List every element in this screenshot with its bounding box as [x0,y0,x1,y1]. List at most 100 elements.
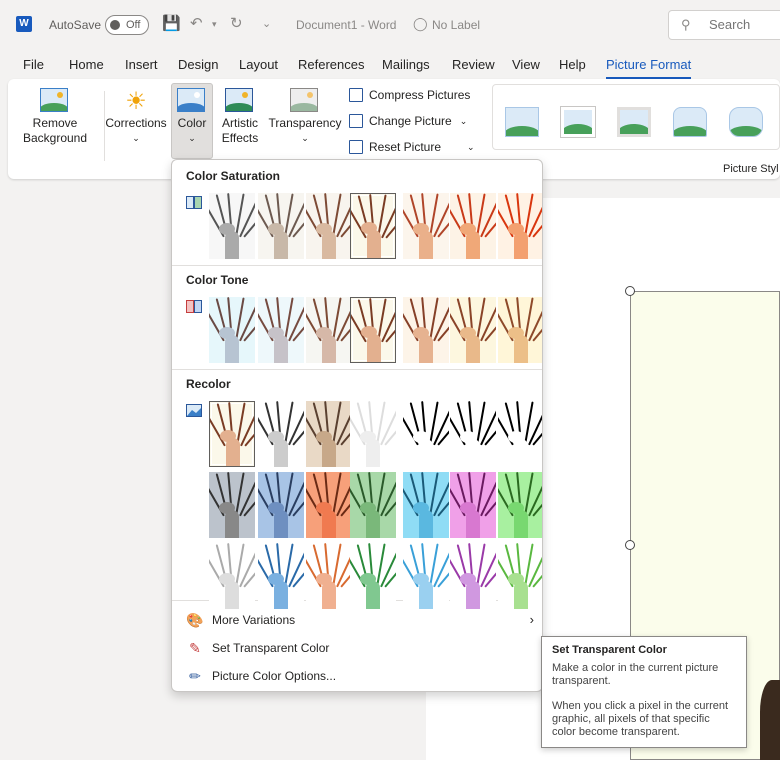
color-variation-thumb[interactable] [350,193,396,259]
artistic-effects-button[interactable]: Artistic Effects [216,88,264,146]
corrections-label: Corrections [105,116,167,130]
picture-style-thumb[interactable] [559,105,597,139]
chevron-down-icon: ⌄ [188,133,196,143]
resize-handle[interactable] [625,286,635,296]
chevron-down-icon: ⌄ [132,133,140,143]
color-dropdown-menu: Color Saturation Color Tone Recolor 🎨 Mo… [171,159,543,692]
color-tone-icon [186,300,202,314]
search-icon: ⚲ [681,17,691,32]
chevron-down-icon: ⌄ [467,141,475,152]
save-icon[interactable]: 💾 [162,14,181,32]
redo-icon[interactable]: ↻ [230,14,243,32]
color-variation-thumb[interactable] [209,472,255,538]
color-variation-thumb[interactable] [306,297,352,363]
remove-background-label-1: Remove [32,116,78,130]
color-variation-thumb[interactable] [403,193,449,259]
transparency-icon [290,88,320,116]
picture-style-thumb[interactable] [615,105,653,139]
tab-home[interactable]: Home [69,57,104,72]
toggle-knob [110,20,120,30]
color-variation-thumb[interactable] [258,543,304,609]
tab-insert[interactable]: Insert [125,57,158,72]
color-variation-thumb[interactable] [350,543,396,609]
tab-file[interactable]: File [23,57,44,72]
color-variation-thumb[interactable] [450,472,496,538]
color-variation-thumb[interactable] [450,543,496,609]
color-variation-thumb[interactable] [403,401,449,467]
picture-styles-group-label: Picture Styl [723,163,779,175]
reset-picture-button[interactable]: Reset Picture ⌄ [349,140,475,154]
tab-help[interactable]: Help [559,57,586,72]
recolor-title: Recolor [186,377,231,391]
color-label: Color [177,116,207,130]
color-variation-thumb[interactable] [306,543,352,609]
set-transparent-color-item[interactable]: ✎ Set Transparent Color [186,640,329,656]
tooltip-line-2: When you click a pixel in the current gr… [552,700,729,738]
color-variation-thumb[interactable] [209,401,255,467]
color-variation-thumb[interactable] [306,472,352,538]
artistic-effects-label-1: Artistic [222,116,258,130]
tab-picture-format[interactable]: Picture Format [606,57,692,79]
color-variation-thumb[interactable] [403,297,449,363]
color-variation-thumb[interactable] [209,297,255,363]
more-variations-item[interactable]: 🎨 More Variations [186,612,295,628]
color-variation-thumb[interactable] [403,543,449,609]
color-variation-thumb[interactable] [450,297,496,363]
chevron-right-icon: › [529,612,534,627]
picture-color-options-item[interactable]: ✏ Picture Color Options... [186,668,336,684]
color-button[interactable]: Color ⌄ [172,88,212,146]
change-picture-label: Change Picture [369,114,452,128]
color-variation-thumb[interactable] [403,472,449,538]
search-input[interactable] [709,17,779,32]
color-variation-thumb[interactable] [350,472,396,538]
autosave-state: Off [126,19,141,31]
picture-style-thumb[interactable] [503,105,541,139]
resize-handle[interactable] [625,540,635,550]
picture-styles-gallery [492,84,780,150]
color-variation-thumb[interactable] [306,401,352,467]
change-picture-icon [349,114,363,128]
color-variation-thumb[interactable] [258,193,304,259]
transparency-button[interactable]: Transparency ⌄ [268,88,342,146]
color-variation-thumb[interactable] [350,401,396,467]
tab-view[interactable]: View [512,57,540,72]
undo-dropdown-icon[interactable]: ▾ [212,19,217,30]
color-variation-thumb[interactable] [450,193,496,259]
picture-style-thumb[interactable] [727,105,765,139]
chevron-down-icon: ⌄ [301,133,309,143]
title-bar: W AutoSave Off 💾 ↶ ▾ ↻ ⌄ Document1 - Wor… [0,0,780,48]
color-variation-thumb[interactable] [258,401,304,467]
color-variation-thumb[interactable] [498,543,542,609]
color-variation-thumb[interactable] [209,543,255,609]
color-variation-thumb[interactable] [498,297,542,363]
remove-background-label-2: Background [22,131,88,145]
color-variation-thumb[interactable] [209,193,255,259]
color-variation-thumb[interactable] [450,401,496,467]
search-box[interactable]: ⚲ [668,10,780,40]
color-variation-thumb[interactable] [498,193,542,259]
color-variation-thumb[interactable] [498,401,542,467]
tooltip-title: Set Transparent Color [552,644,667,656]
color-variation-thumb[interactable] [258,297,304,363]
undo-icon[interactable]: ↶ [190,14,203,32]
tab-design[interactable]: Design [178,57,218,72]
compress-pictures-button[interactable]: Compress Pictures [349,88,470,102]
sensitivity-label[interactable]: No Label [432,18,480,32]
tab-mailings[interactable]: Mailings [382,57,430,72]
change-picture-button[interactable]: Change Picture ⌄ [349,114,467,128]
remove-background-button[interactable]: Remove Background [20,88,90,146]
color-variation-thumb[interactable] [498,472,542,538]
autosave-label: AutoSave [49,18,102,32]
picture-style-thumb[interactable] [671,105,709,139]
autosave-toggle[interactable]: Off [105,15,149,35]
tab-layout[interactable]: Layout [239,57,278,72]
palette-icon: 🎨 [186,612,204,628]
tab-review[interactable]: Review [452,57,495,72]
tab-references[interactable]: References [298,57,364,72]
color-variation-thumb[interactable] [306,193,352,259]
recolor-icon [186,404,202,418]
color-variation-thumb[interactable] [258,472,304,538]
color-variation-thumb[interactable] [350,297,396,363]
customize-qat-icon[interactable]: ⌄ [262,17,271,30]
corrections-button[interactable]: ☀ Corrections ⌄ [104,88,168,146]
